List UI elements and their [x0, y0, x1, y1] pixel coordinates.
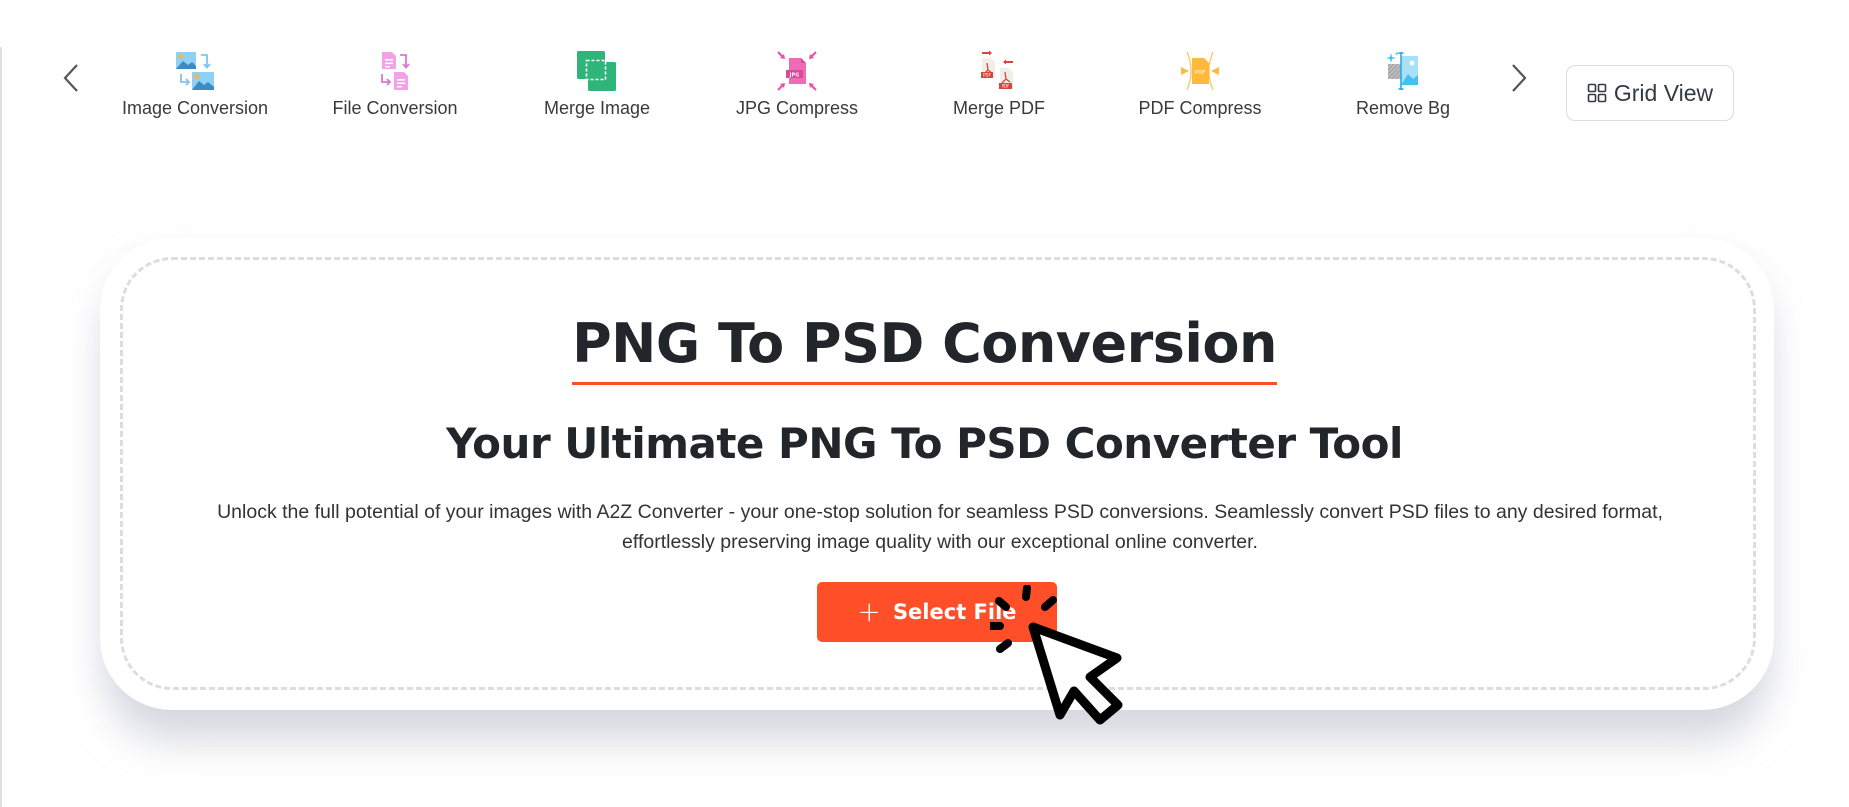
tool-label: Merge PDF — [952, 98, 1046, 118]
select-file-button[interactable]: + Select File — [817, 582, 1057, 642]
tool-carousel: Image Conversion File Conversion Merge I… — [0, 0, 1849, 140]
merge-pdf-icon: PDF PDF — [981, 50, 1013, 89]
tool-label: Merge Image — [543, 98, 651, 118]
svg-text:PDF: PDF — [1195, 70, 1206, 76]
title-wrapper: PNG To PSD Conversion — [0, 310, 1849, 385]
remove-bg-icon — [1386, 51, 1418, 90]
tool-jpg-compress[interactable]: JPG JPG Compress — [702, 50, 892, 126]
tool-image-conversion[interactable]: Image Conversion — [100, 50, 290, 126]
plus-icon: + — [857, 595, 881, 628]
file-conversion-icon — [381, 52, 410, 90]
select-file-label: Select File — [892, 600, 1017, 624]
merge-image-icon — [577, 51, 616, 91]
tool-remove-bg[interactable]: Remove Bg — [1308, 50, 1498, 126]
carousel-prev-button[interactable] — [57, 62, 85, 94]
tool-label: JPG Compress — [735, 98, 859, 118]
grid-view-label: Grid View — [1613, 79, 1714, 106]
tool-merge-pdf[interactable]: PDF PDF Merge PDF — [904, 50, 1094, 126]
chevron-left-icon — [63, 64, 78, 92]
page-description: Unlock the full potential of your images… — [217, 501, 1663, 553]
page-subtitle: Your Ultimate PNG To PSD Converter Tool — [446, 419, 1403, 468]
tool-pdf-compress[interactable]: PDF PDF Compress — [1105, 50, 1295, 126]
svg-text:JPG: JPG — [789, 72, 800, 78]
svg-text:PDF: PDF — [983, 73, 991, 78]
chevron-right-icon — [1512, 64, 1527, 92]
grid-view-button[interactable]: Grid View — [1566, 65, 1734, 121]
pdf-compress-icon: PDF — [1181, 51, 1219, 91]
svg-text:PDF: PDF — [1002, 84, 1010, 89]
tool-label: Image Conversion — [121, 98, 269, 118]
tool-file-conversion[interactable]: File Conversion — [300, 50, 490, 126]
grid-icon — [1587, 83, 1607, 103]
page-title: PNG To PSD Conversion — [572, 310, 1277, 385]
tool-label: File Conversion — [332, 98, 458, 118]
tool-merge-image[interactable]: Merge Image — [502, 50, 692, 126]
tool-label: PDF Compress — [1138, 98, 1262, 118]
image-conversion-icon — [176, 52, 214, 90]
tool-label: Remove Bg — [1355, 98, 1451, 118]
jpg-compress-icon: JPG — [777, 51, 817, 91]
carousel-next-button[interactable] — [1505, 62, 1533, 94]
